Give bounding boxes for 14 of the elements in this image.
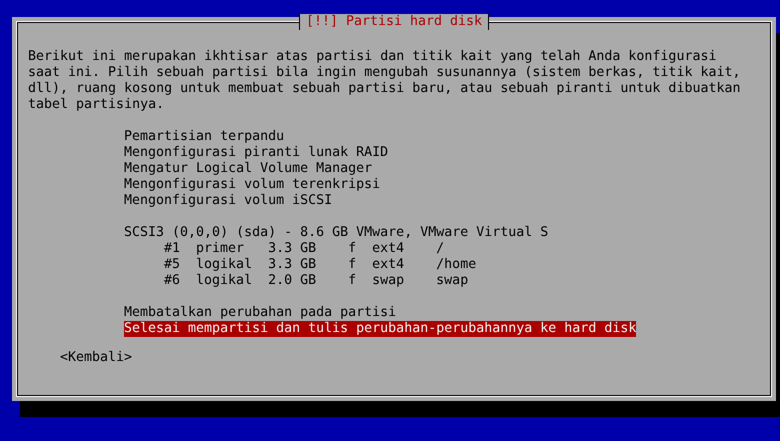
menu-item[interactable]: Mengonfigurasi piranti lunak RAID (124, 145, 388, 161)
partition-row[interactable]: #6 logikal 2.0 GB f swap swap (164, 273, 468, 289)
description-text: Berikut ini merupakan ikhtisar atas partisi dan titik kait yang telah Anda konfigurasi saat ini. Pilih sebuah partisi bila ingin mengubah susunannya (sistem berkas, titik kait, dll), ruang kosong untuk membuat sebuah partisi baru, atau sebuah piranti untuk dibuatkan tabel partisinya. (28, 49, 742, 113)
menu-item[interactable]: Mengatur Logical Volume Manager (124, 161, 372, 177)
dialog-title: [!!] Partisi hard disk (298, 14, 490, 30)
menu-item[interactable]: Membatalkan perubahan pada partisi (124, 305, 396, 321)
partition-row[interactable]: #1 primer 3.3 GB f ext4 / (164, 241, 444, 257)
menu-item[interactable]: Pemartisian terpandu (124, 129, 284, 145)
menu-item[interactable]: Mengonfigurasi volum iSCSI (124, 193, 332, 209)
disk-item[interactable]: SCSI3 (0,0,0) (sda) - 8.6 GB VMware, VMware Virtual S (124, 225, 548, 241)
menu-item[interactable]: Selesai mempartisi dan tulis perubahan-perubahannya ke hard disk (124, 321, 636, 337)
partition-row[interactable]: #5 logikal 3.3 GB f ext4 /home (164, 257, 476, 273)
menu-item[interactable]: Mengonfigurasi volum terenkripsi (124, 177, 380, 193)
back-button[interactable]: <Kembali> (60, 350, 132, 365)
